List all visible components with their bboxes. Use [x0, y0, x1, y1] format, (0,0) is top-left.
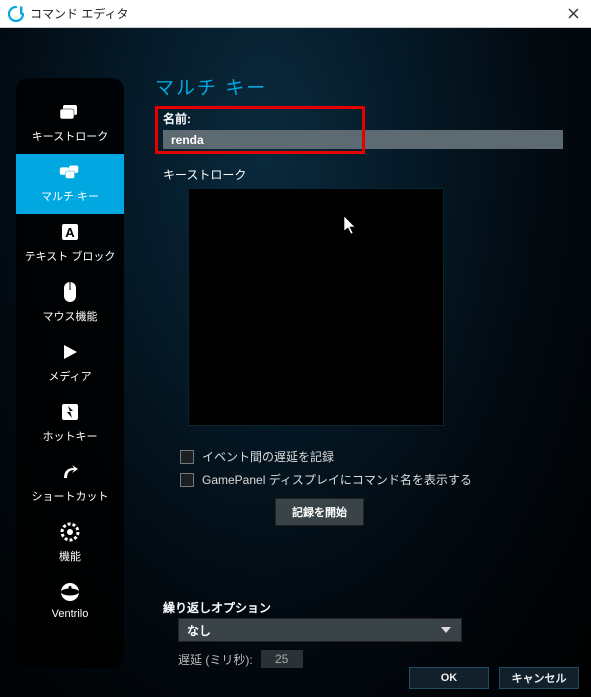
keystrokes-label: キーストローク — [163, 166, 246, 183]
page-title: マルチ キー — [155, 73, 573, 100]
checkbox-icon — [180, 450, 194, 464]
sidebar-item-multikey[interactable]: マルチ キー — [16, 154, 124, 214]
sidebar-item-keystroke[interactable]: キーストローク — [16, 94, 124, 154]
mouse-icon — [58, 280, 82, 304]
cancel-button[interactable]: キャンセル — [499, 667, 579, 689]
sidebar-item-label: ショートカット — [32, 488, 109, 504]
delay-input[interactable] — [261, 650, 303, 668]
sidebar-item-label: ホットキー — [43, 428, 98, 444]
checkbox-row-delays[interactable]: イベント間の遅延を記録 — [180, 448, 472, 465]
chevron-down-icon — [439, 625, 453, 635]
sidebar-item-label: Ventrilo — [52, 608, 89, 620]
multikey-icon — [58, 160, 82, 184]
sidebar-item-functions[interactable]: 機能 — [16, 514, 124, 574]
sidebar-item-ventrilo[interactable]: Ventrilo — [16, 574, 124, 630]
svg-text:A: A — [65, 225, 75, 240]
highlight-box — [155, 106, 365, 154]
sidebar-item-label: キーストローク — [32, 128, 108, 144]
keystroke-icon — [58, 100, 82, 124]
sidebar: キーストローク マルチ キー A テキスト ブロック マウス機能 メディア — [16, 78, 124, 668]
repeat-value: なし — [187, 622, 211, 639]
hotkey-icon — [58, 400, 82, 424]
content-area: キーストローク マルチ キー A テキスト ブロック マウス機能 メディア — [0, 28, 591, 697]
delay-label: 遅延 (ミリ秒): — [178, 651, 253, 668]
sidebar-item-mouse[interactable]: マウス機能 — [16, 274, 124, 334]
sidebar-item-label: 機能 — [59, 548, 81, 564]
repeat-select[interactable]: なし — [178, 618, 462, 642]
close-button[interactable] — [563, 4, 583, 24]
functions-icon — [58, 520, 82, 544]
sidebar-item-label: メディア — [48, 368, 91, 384]
sidebar-item-hotkey[interactable]: ホットキー — [16, 394, 124, 454]
textblock-icon: A — [58, 220, 82, 244]
sidebar-item-label: マウス機能 — [43, 308, 98, 324]
sidebar-item-label: マルチ キー — [41, 188, 99, 204]
close-icon — [568, 8, 579, 19]
checkbox-row-gamepanel[interactable]: GamePanel ディスプレイにコマンド名を表示する — [180, 471, 472, 488]
checkbox-label: GamePanel ディスプレイにコマンド名を表示する — [202, 471, 472, 488]
titlebar: コマンド エディタ — [0, 0, 591, 28]
repeat-label: 繰り返しオプション — [163, 599, 271, 616]
sidebar-item-textblock[interactable]: A テキスト ブロック — [16, 214, 124, 274]
media-icon — [58, 340, 82, 364]
shortcut-icon — [58, 460, 82, 484]
sidebar-item-shortcut[interactable]: ショートカット — [16, 454, 124, 514]
sidebar-item-media[interactable]: メディア — [16, 334, 124, 394]
logitech-logo-icon — [8, 6, 24, 22]
window-title: コマンド エディタ — [30, 5, 129, 22]
checkbox-icon — [180, 473, 194, 487]
checkbox-label: イベント間の遅延を記録 — [202, 448, 334, 465]
sidebar-item-label: テキスト ブロック — [25, 248, 116, 264]
ventrilo-icon — [58, 580, 82, 604]
record-button[interactable]: 記録を開始 — [275, 498, 364, 526]
ok-button[interactable]: OK — [409, 667, 489, 689]
keystrokes-area[interactable] — [188, 188, 444, 426]
